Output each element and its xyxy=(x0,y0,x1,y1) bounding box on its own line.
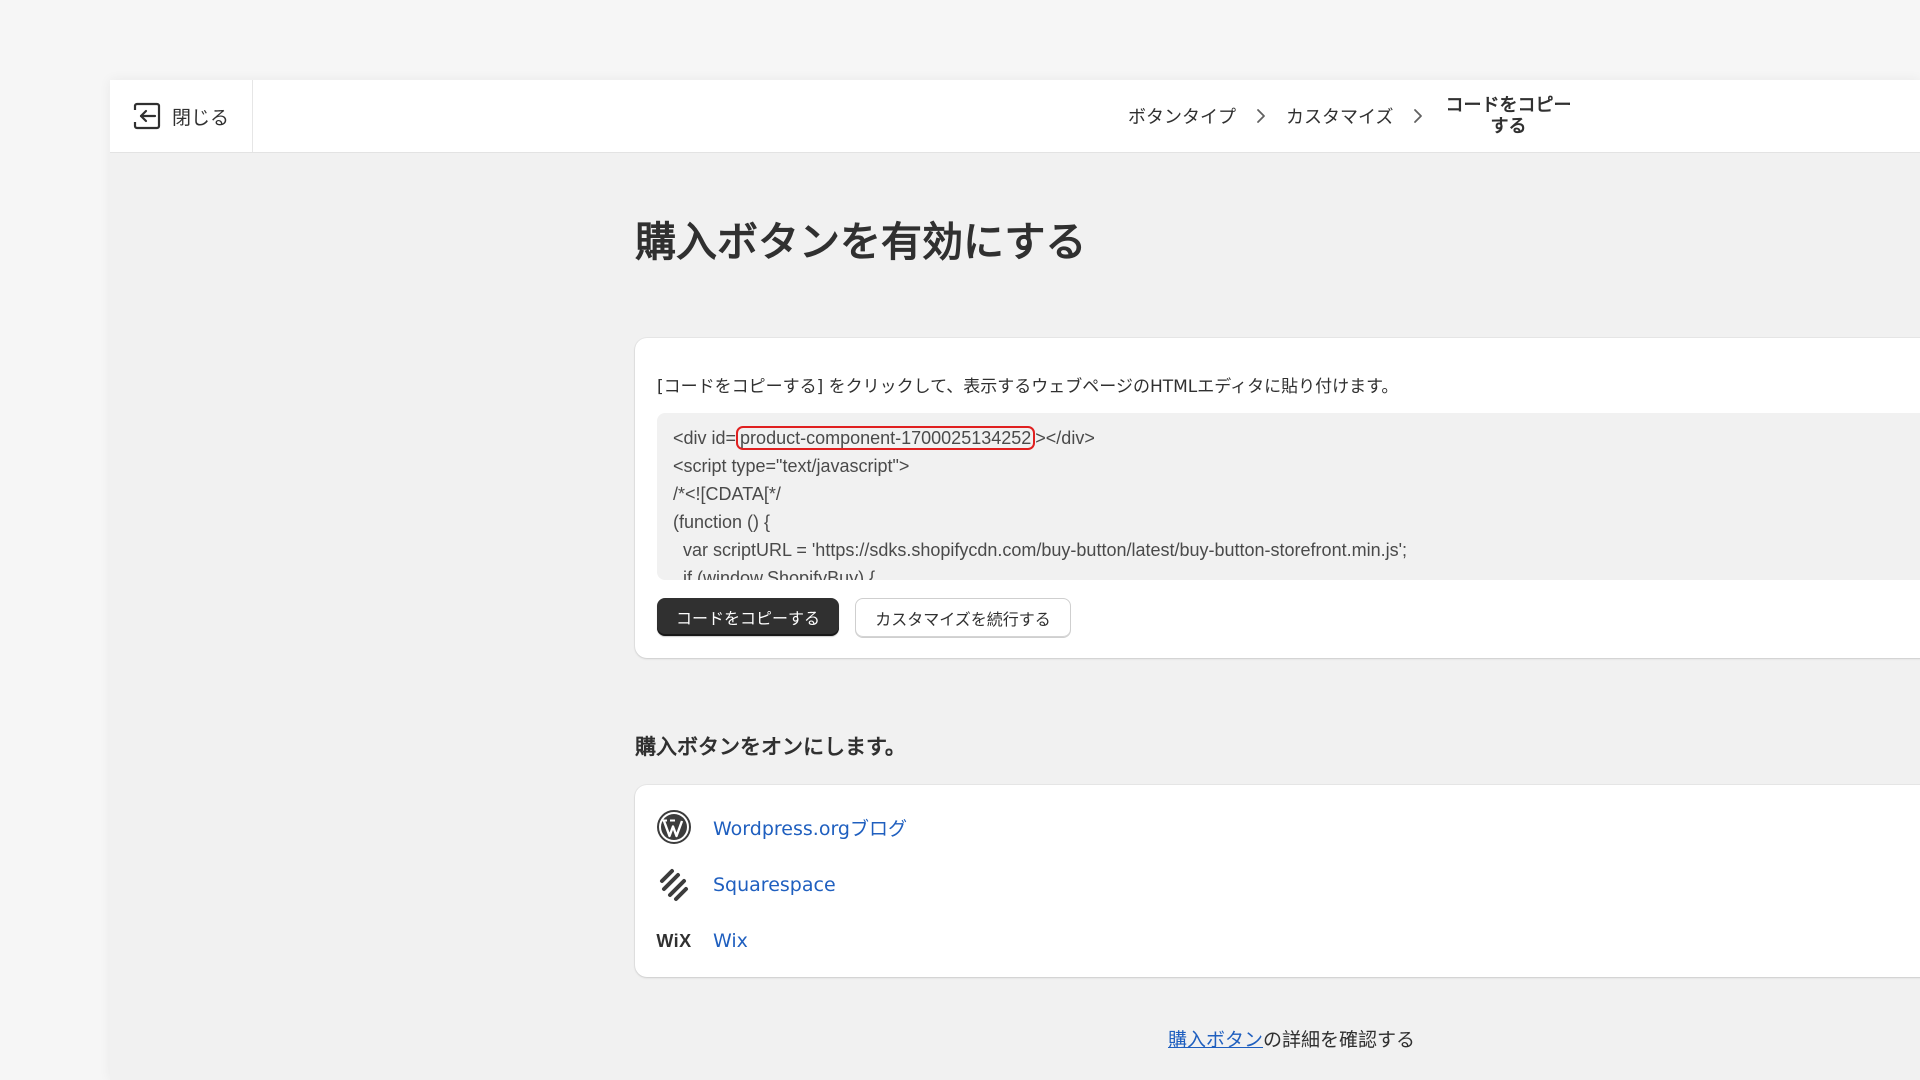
squarespace-link[interactable]: Squarespace xyxy=(713,874,836,896)
wix-logo-text: WiX xyxy=(656,930,692,951)
app-window: 閉じる ボタンタイプ カスタマイズ コードをコピーする 購入ボタンを有効にする … xyxy=(110,80,1920,1080)
platform-item-wordpress: Wordpress.orgブログ xyxy=(655,807,907,847)
wordpress-icon xyxy=(655,808,693,846)
platform-item-wix: WiX Wix xyxy=(655,921,748,961)
platforms-card: Wordpress.orgブログ Squarespace WiX Wix xyxy=(635,785,1920,977)
code-line-5: var scriptURL = 'https://sdks.shopifycdn… xyxy=(673,540,1408,560)
breadcrumb-copy-code: コードをコピーする xyxy=(1445,95,1572,137)
buy-button-help-link[interactable]: 購入ボタン xyxy=(1168,1029,1263,1051)
breadcrumb: ボタンタイプ カスタマイズ コードをコピーする xyxy=(1128,80,1573,152)
platform-item-squarespace: Squarespace xyxy=(655,865,836,905)
wordpress-link[interactable]: Wordpress.orgブログ xyxy=(713,814,907,841)
learn-more-suffix: の詳細を確認する xyxy=(1263,1029,1416,1051)
code-line-4: (function () { xyxy=(673,512,771,532)
code-line-6: if (window.ShopifyBuy) { xyxy=(673,568,876,580)
platforms-section-title: 購入ボタンをオンにします。 xyxy=(635,735,906,759)
squarespace-icon xyxy=(655,866,693,904)
close-button[interactable]: 閉じる xyxy=(110,80,253,152)
chevron-right-icon xyxy=(1413,108,1423,124)
wix-link[interactable]: Wix xyxy=(713,930,748,952)
top-bar: 閉じる ボタンタイプ カスタマイズ コードをコピーする xyxy=(110,80,1920,153)
close-label: 閉じる xyxy=(172,106,230,129)
copy-code-button[interactable]: コードをコピーする xyxy=(657,598,839,636)
code-line-2: <script type="text/javascript"> xyxy=(673,456,910,476)
breadcrumb-button-type[interactable]: ボタンタイプ xyxy=(1128,103,1236,129)
highlighted-component-id: product-component-1700025134252 xyxy=(736,426,1036,450)
code-line-1: <div id= product-component-1700025134252 >… xyxy=(673,426,1095,450)
page-title: 購入ボタンを有効にする xyxy=(635,218,1087,266)
chevron-right-icon xyxy=(1256,108,1266,124)
wix-icon: WiX xyxy=(655,922,693,960)
embed-instructions: [コードをコピーする] をクリックして、表示するウェブページのHTMLエディタに… xyxy=(657,377,1399,397)
learn-more-text: 購入ボタンの詳細を確認する xyxy=(1168,1025,1415,1052)
exit-icon xyxy=(132,101,162,131)
continue-customizing-button[interactable]: カスタマイズを続行する xyxy=(855,598,1071,638)
breadcrumb-customize[interactable]: カスタマイズ xyxy=(1286,103,1393,129)
code-block[interactable]: <div id= product-component-1700025134252 >… xyxy=(657,413,1920,580)
code-line-3: /*<![CDATA[*/ xyxy=(673,484,781,504)
